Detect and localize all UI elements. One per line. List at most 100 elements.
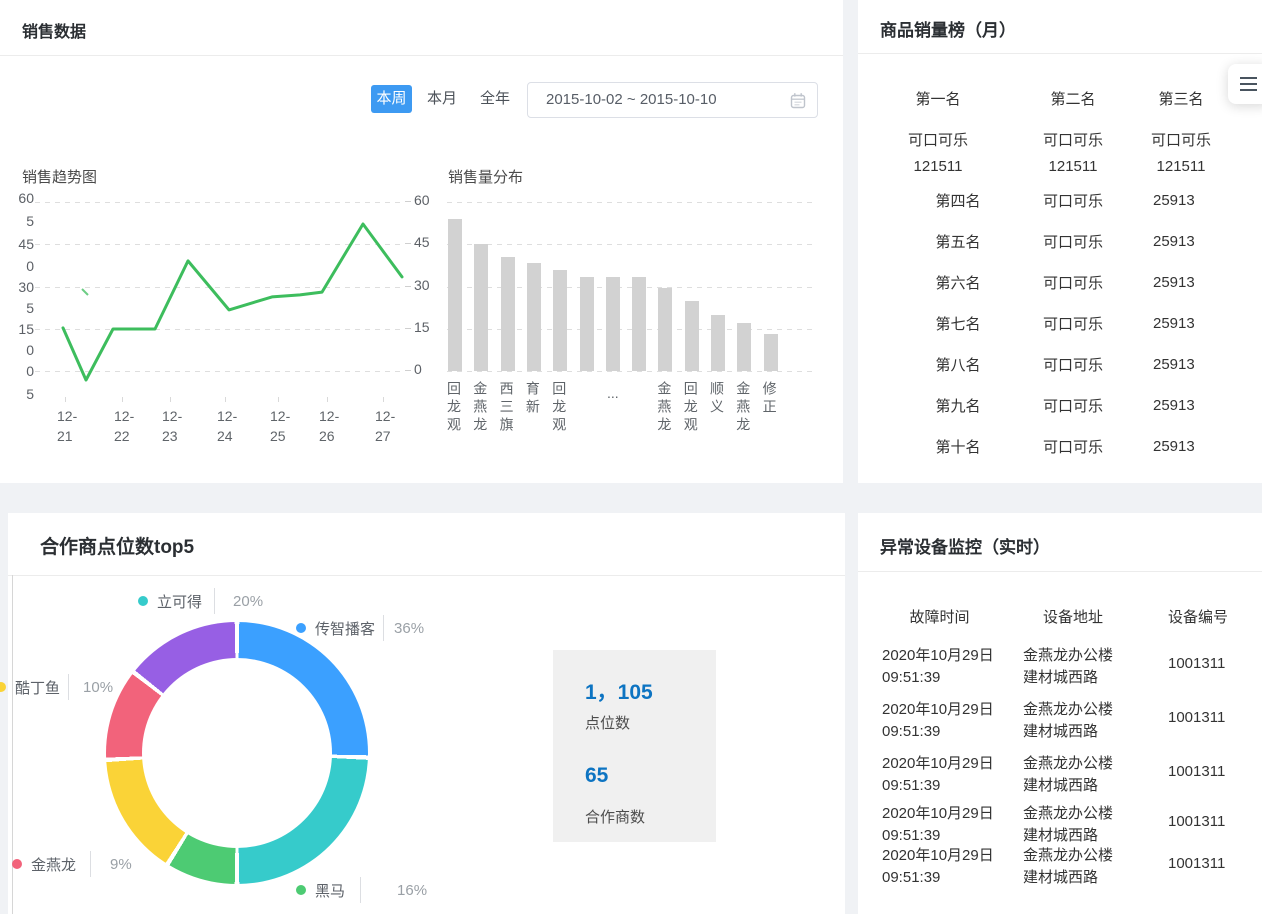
- sales-value: 25913: [1118, 438, 1262, 455]
- rank-top2: 第二名 可口可乐 121511: [1013, 88, 1133, 175]
- fault-time-cell: 2020年10月29日09:51:39: [882, 645, 994, 689]
- device-address-cell: 金燕龙办公楼建材城西路: [1023, 699, 1113, 743]
- y-axis-label: 45: [405, 234, 430, 250]
- partners-panel-title: 合作商点位数top5: [40, 532, 194, 559]
- bar: [685, 301, 699, 371]
- x-axis-tick: [225, 397, 226, 402]
- bar: [737, 323, 751, 371]
- fault-time-cell: 2020年10月29日09:51:39: [882, 803, 994, 847]
- x-axis-label: 12- 21: [57, 406, 87, 446]
- y-axis-label: 60: [405, 192, 430, 208]
- product-name: 可口可乐: [1013, 129, 1133, 150]
- dashboard-page: 销售数据 本周 本月 全年 2015-10-02 ~ 2015-10-10 销售…: [0, 0, 1262, 914]
- legend-label: 酷丁鱼: [15, 677, 60, 698]
- legend-label: 立可得: [157, 591, 202, 612]
- x-axis-label: 12- 24: [217, 406, 247, 446]
- device-address-cell: 金燕龙办公楼建材城西路: [1023, 845, 1113, 889]
- y-axis-label: 0: [405, 361, 422, 377]
- legend-percent: 36%: [394, 620, 424, 637]
- sales-value: 25913: [1118, 356, 1262, 373]
- rank-label: 第八名: [888, 354, 1028, 375]
- rank-label: 第三名: [1121, 88, 1241, 109]
- tab-full-year[interactable]: 全年: [478, 85, 512, 113]
- y-axis-label: 5: [0, 386, 34, 402]
- table-row: 2020年10月29日09:51:39金燕龙办公楼建材城西路1001311: [858, 753, 1262, 801]
- bar: [474, 244, 488, 371]
- fault-time-cell: 2020年10月29日09:51:39: [882, 845, 994, 889]
- points-count: 1，105: [585, 676, 653, 706]
- product-name: 可口可乐: [878, 129, 998, 150]
- legend-separator: [383, 615, 384, 641]
- trend-line-chart: [35, 195, 405, 395]
- partners-panel-header: 合作商点位数top5: [8, 513, 845, 576]
- rank-row: 第六名可口可乐25913: [858, 262, 1262, 303]
- devices-panel: 异常设备监控（实时） 故障时间 设备地址 设备编号 2020年10月29日09:…: [858, 513, 1262, 914]
- device-address-cell: 金燕龙办公楼建材城西路: [1023, 645, 1113, 689]
- legend-percent: 9%: [110, 856, 132, 873]
- device-no-cell: 1001311: [1168, 853, 1225, 875]
- legend-label: 黑马: [315, 880, 345, 901]
- sales-value: 25913: [1118, 397, 1262, 414]
- legend-dot: [296, 885, 306, 895]
- partners-stats-box: 1，105 点位数 65 合作商数: [553, 650, 716, 842]
- sales-value: 25913: [1118, 315, 1262, 332]
- table-row: 2020年10月29日09:51:39金燕龙办公楼建材城西路1001311: [858, 645, 1262, 693]
- pie-legend-jinyanlong: 金燕龙 9%: [12, 851, 132, 877]
- fault-time-cell: 2020年10月29日09:51:39: [882, 753, 994, 797]
- x-axis-tick: [327, 397, 328, 402]
- date-range-input[interactable]: 2015-10-02 ~ 2015-10-10: [527, 82, 818, 118]
- product-name: 可口可乐: [1028, 272, 1118, 293]
- partners-count: 65: [585, 764, 608, 788]
- device-no-cell: 1001311: [1168, 707, 1225, 729]
- y-axis-label: 15: [405, 319, 430, 335]
- table-row: 2020年10月29日09:51:39 金燕龙办公楼建材城西路 1001311: [858, 845, 1262, 893]
- rank-row: 第四名可口可乐25913: [858, 180, 1262, 221]
- legend-separator: [68, 674, 69, 700]
- legend-dot: [296, 623, 306, 633]
- rank-label: 第九名: [888, 395, 1028, 416]
- legend-dot: [0, 682, 6, 692]
- menu-toggle-button[interactable]: [1228, 64, 1262, 104]
- legend-separator: [90, 851, 91, 877]
- product-rank-panel: 商品销量榜（月） 第一名 可口可乐 121511 第二名 可口可乐 121511…: [858, 0, 1262, 483]
- table-row: 2020年10月29日09:51:39金燕龙办公楼建材城西路1001311: [858, 803, 1262, 851]
- rank-row: 第八名可口可乐25913: [858, 344, 1262, 385]
- rank-top1: 第一名 可口可乐 121511: [878, 88, 998, 175]
- devices-panel-title: 异常设备监控（实时）: [880, 533, 1050, 558]
- rank-row: 第九名可口可乐25913: [858, 385, 1262, 426]
- date-range-value: 2015-10-02 ~ 2015-10-10: [546, 91, 717, 108]
- sales-value: 25913: [1118, 233, 1262, 250]
- pie-legend-chuanzhiboke: 传智播客 36%: [296, 615, 424, 641]
- product-name: 可口可乐: [1028, 436, 1118, 457]
- trend-right-axis: 60 45 30 15 0: [405, 0, 445, 400]
- sales-value: 25913: [1118, 192, 1262, 209]
- y-axis-label: 5: [0, 300, 34, 316]
- x-axis-label: 顺义: [707, 381, 727, 417]
- column-header-device-no: 设备编号: [1168, 606, 1228, 627]
- sales-value: 121511: [1013, 158, 1133, 175]
- legend-dot: [138, 596, 148, 606]
- bar: [632, 277, 646, 371]
- partners-count-label: 合作商数: [585, 806, 645, 827]
- rank-label: 第一名: [878, 88, 998, 109]
- x-axis-label: 回龙观: [444, 381, 464, 435]
- calendar-icon[interactable]: [790, 92, 806, 109]
- y-axis-label: 0: [0, 342, 34, 358]
- x-axis-label: 12- 23: [162, 406, 192, 446]
- y-axis-label: 5: [0, 213, 34, 229]
- rank-row: 第十名可口可乐25913: [858, 426, 1262, 467]
- x-axis-label: 12- 25: [270, 406, 300, 446]
- bar: [580, 277, 594, 371]
- rank-label: 第四名: [888, 190, 1028, 211]
- trend-left-axis: 60545030515005: [0, 0, 36, 420]
- x-axis-tick: [65, 397, 66, 402]
- x-axis-label: 金燕龙: [654, 381, 674, 435]
- bar: [606, 277, 620, 371]
- x-axis-label: 育新: [523, 381, 543, 417]
- pie-legend-likede: 立可得 20%: [138, 588, 263, 614]
- x-axis-label: 回龙观: [681, 381, 701, 435]
- legend-percent: 20%: [233, 593, 263, 610]
- y-axis-label: 30: [405, 277, 430, 293]
- bar: [711, 315, 725, 371]
- y-axis-label: 45: [0, 236, 34, 252]
